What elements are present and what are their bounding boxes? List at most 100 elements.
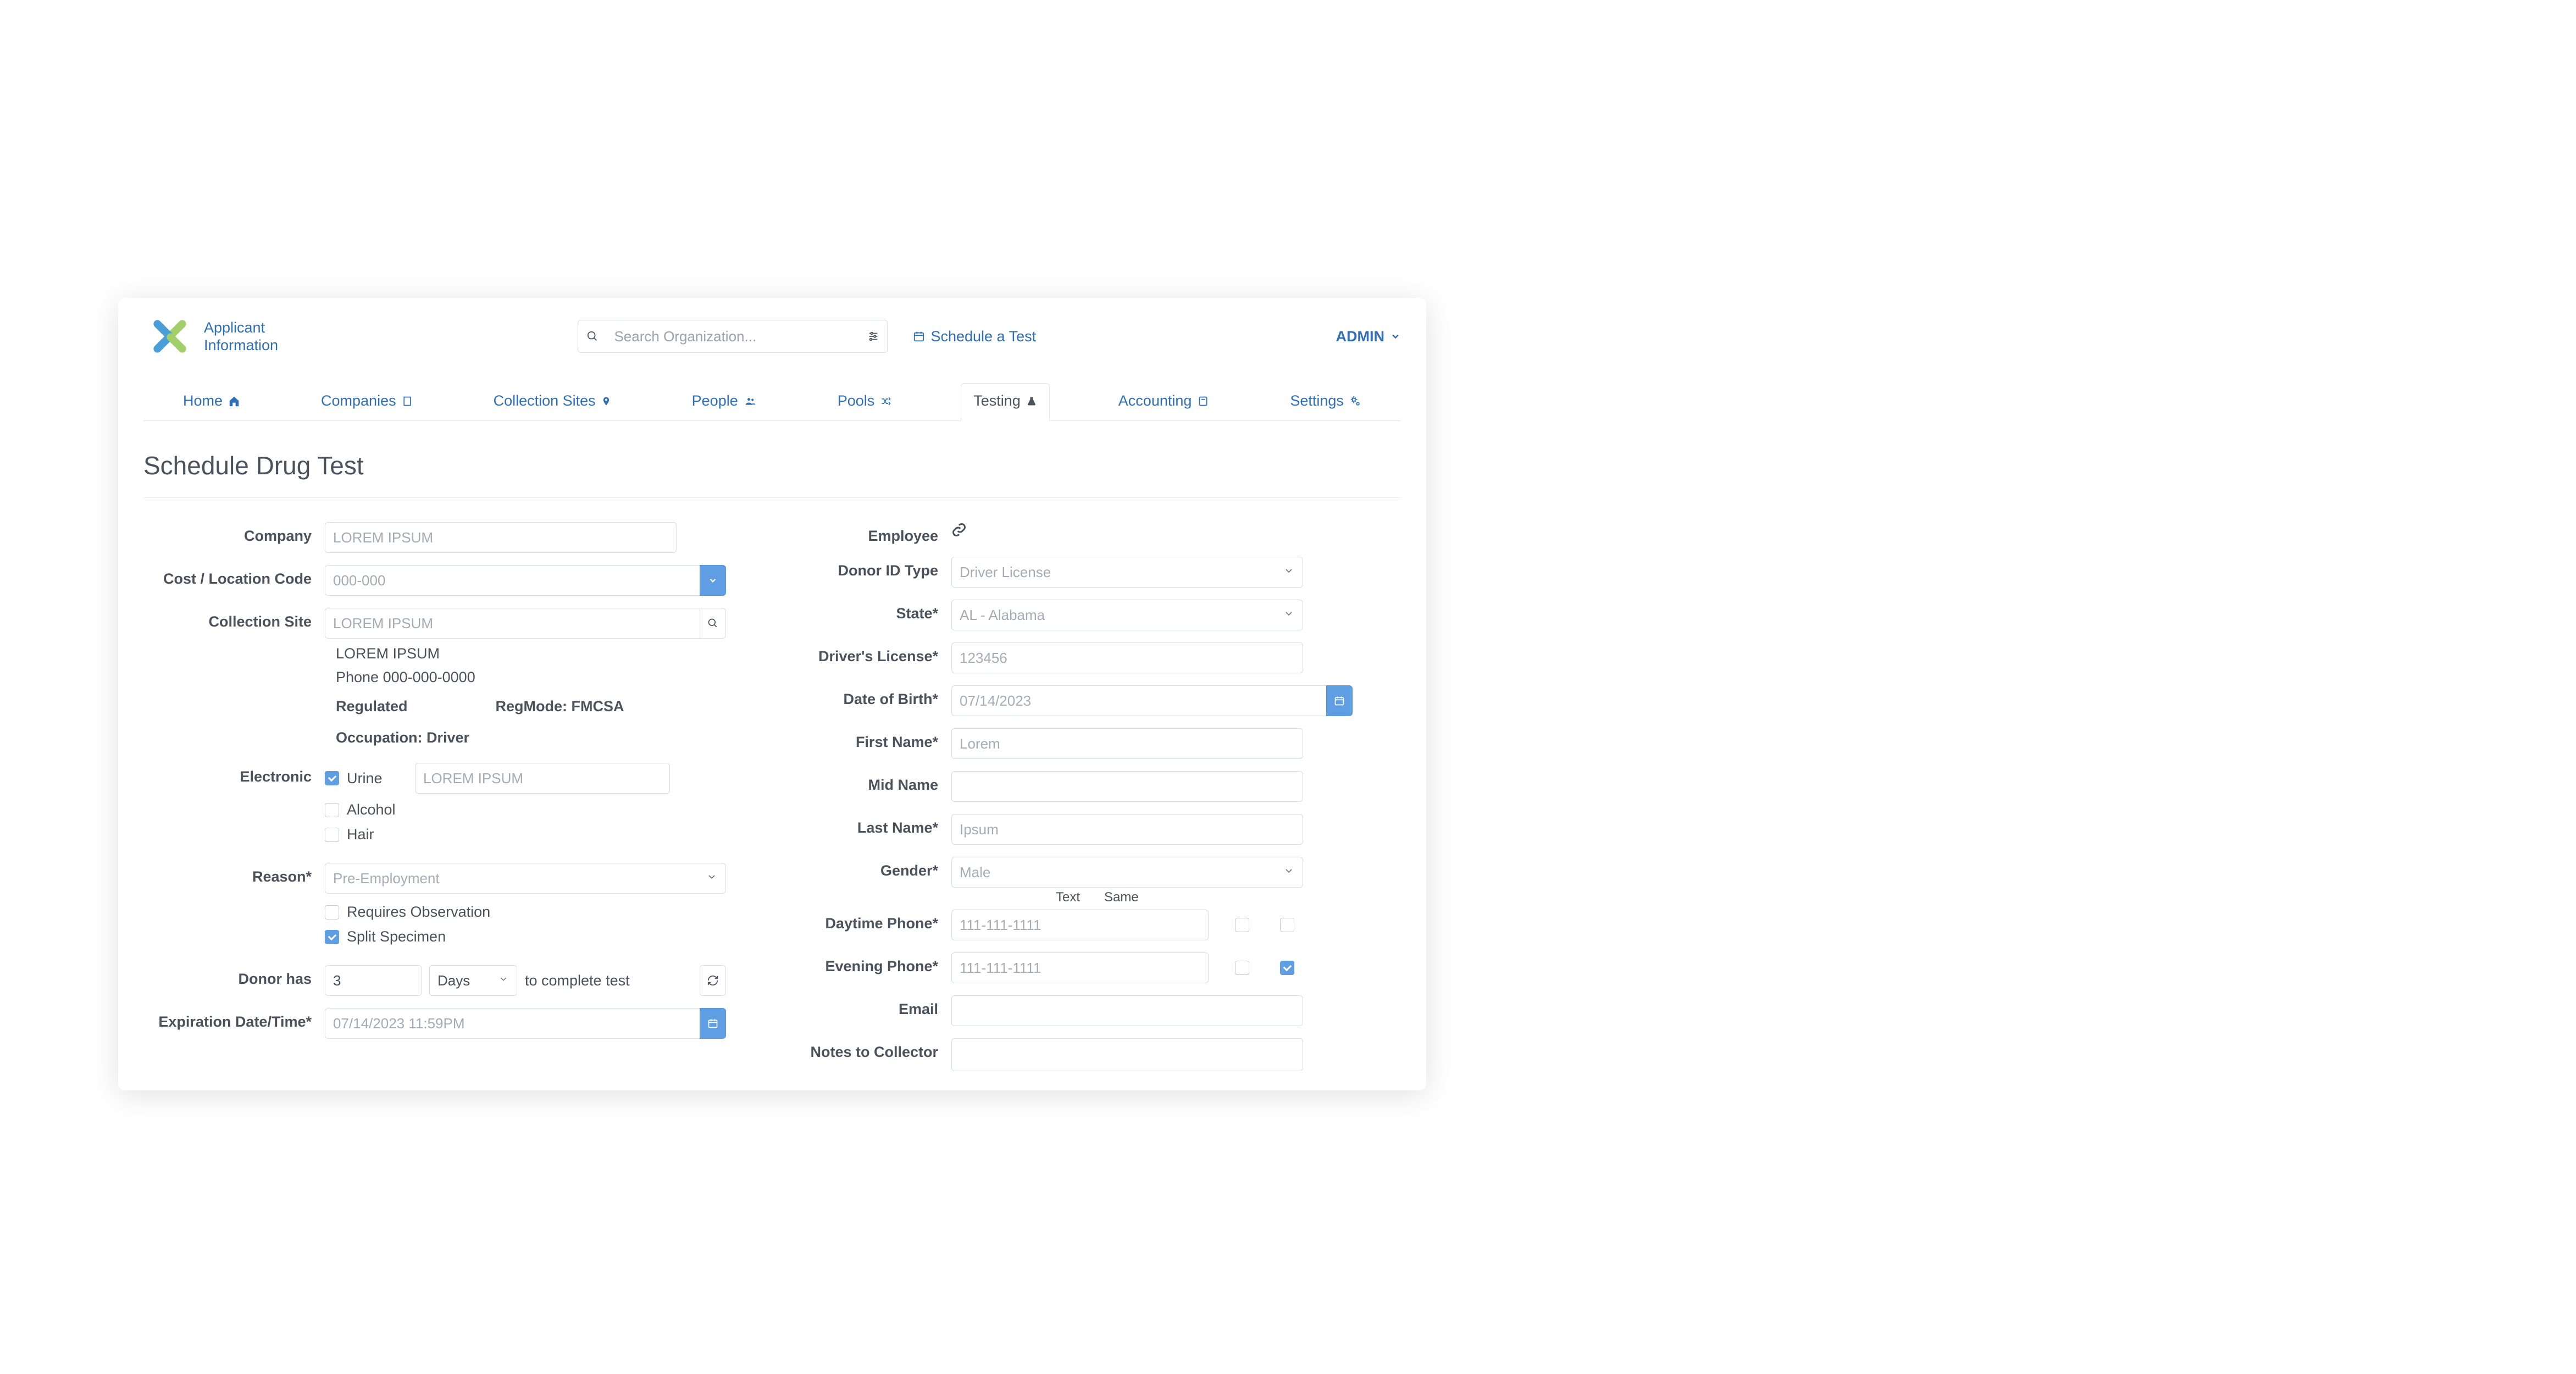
brand: Applicant Information xyxy=(143,310,278,363)
link-icon xyxy=(951,522,967,538)
checkbox-observation-label: Requires Observation xyxy=(347,904,490,921)
mid-name-input[interactable] xyxy=(951,771,1303,802)
checkbox-evening-text[interactable] xyxy=(1235,961,1249,975)
label-cost-location: Cost / Location Code xyxy=(143,565,325,588)
tab-testing[interactable]: Testing xyxy=(961,383,1050,421)
site-phone-line: Phone 000-000-0000 xyxy=(325,669,726,686)
company-input[interactable] xyxy=(325,522,677,553)
schedule-link-label: Schedule a Test xyxy=(930,328,1036,345)
checkbox-alcohol-label: Alcohol xyxy=(347,801,396,818)
donor-refresh-button[interactable] xyxy=(700,965,726,996)
tab-collection-sites[interactable]: Collection Sites xyxy=(481,384,623,420)
search-icon xyxy=(707,618,718,629)
regulated-label: Regulated xyxy=(336,698,408,715)
drivers-license-input[interactable] xyxy=(951,642,1303,673)
collection-site-input[interactable] xyxy=(325,608,700,639)
label-company: Company xyxy=(143,522,325,545)
checkbox-urine-label: Urine xyxy=(347,770,407,787)
label-evening-phone: Evening Phone* xyxy=(748,952,951,975)
last-name-input[interactable] xyxy=(951,814,1303,845)
search-input[interactable] xyxy=(606,320,859,353)
tab-label: Collection Sites xyxy=(494,392,596,409)
schedule-test-link[interactable]: Schedule a Test xyxy=(913,328,1036,345)
tab-settings[interactable]: Settings xyxy=(1278,384,1373,420)
brand-text: Applicant Information xyxy=(204,319,278,354)
daytime-phone-input[interactable] xyxy=(951,910,1209,940)
refresh-icon xyxy=(707,974,719,987)
label-first-name: First Name* xyxy=(748,728,951,751)
admin-menu[interactable]: ADMIN xyxy=(1336,328,1401,345)
checkbox-daytime-same[interactable] xyxy=(1280,918,1294,932)
donor-suffix-text: to complete test xyxy=(525,972,630,989)
checkbox-alcohol[interactable] xyxy=(325,803,339,817)
donor-id-type-select[interactable] xyxy=(951,557,1303,588)
expiration-input[interactable] xyxy=(325,1008,700,1039)
first-name-input[interactable] xyxy=(951,728,1303,759)
tab-home[interactable]: Home xyxy=(171,384,252,420)
label-email: Email xyxy=(748,995,951,1018)
cost-location-input[interactable] xyxy=(325,565,700,596)
tab-accounting[interactable]: Accounting xyxy=(1106,384,1222,420)
gears-icon xyxy=(1349,395,1361,407)
checkbox-split-specimen[interactable] xyxy=(325,930,339,944)
label-drivers-license: Driver's License* xyxy=(748,642,951,665)
email-input[interactable] xyxy=(951,995,1303,1026)
app-header: Applicant Information xyxy=(143,298,1401,369)
users-icon xyxy=(744,396,757,407)
brand-line2: Information xyxy=(204,336,278,354)
brand-line1: Applicant xyxy=(204,319,278,336)
tab-companies[interactable]: Companies xyxy=(309,384,425,420)
donor-quantity-input[interactable] xyxy=(325,965,422,996)
label-expiration: Expiration Date/Time* xyxy=(143,1008,325,1030)
checkbox-observation[interactable] xyxy=(325,905,339,919)
label-employee: Employee xyxy=(748,522,951,545)
calculator-icon xyxy=(1197,396,1209,407)
expiration-calendar-button[interactable] xyxy=(700,1008,726,1039)
label-notes-to-collector: Notes to Collector xyxy=(748,1038,951,1061)
nav-tabs: Home Companies Collection Sites People P… xyxy=(143,369,1401,421)
tab-label: Testing xyxy=(973,392,1021,409)
search-icon[interactable] xyxy=(578,320,606,353)
sliders-icon[interactable] xyxy=(859,320,888,353)
notes-to-collector-input[interactable] xyxy=(951,1038,1303,1071)
dob-input[interactable] xyxy=(951,685,1326,716)
label-gender: Gender* xyxy=(748,857,951,879)
collection-site-search-button[interactable] xyxy=(700,608,726,639)
tab-label: Settings xyxy=(1290,392,1344,409)
label-last-name: Last Name* xyxy=(748,814,951,836)
form-left-column: Company Cost / Location Code Co xyxy=(143,522,726,1083)
gender-select[interactable] xyxy=(951,857,1303,888)
tab-label: Companies xyxy=(321,392,396,409)
dob-calendar-button[interactable] xyxy=(1326,685,1353,716)
checkbox-daytime-text[interactable] xyxy=(1235,918,1249,932)
header-center: Schedule a Test xyxy=(578,320,1036,353)
regmode-label: RegMode: FMCSA xyxy=(496,698,624,715)
tab-label: Pools xyxy=(838,392,875,409)
donor-unit-select[interactable] xyxy=(429,965,517,996)
calendar-icon xyxy=(707,1018,718,1029)
urine-extra-input[interactable] xyxy=(415,763,670,794)
checkbox-evening-same[interactable] xyxy=(1280,961,1294,975)
reason-select[interactable] xyxy=(325,863,726,894)
chevron-down-icon xyxy=(1390,331,1401,342)
checkbox-hair[interactable] xyxy=(325,828,339,842)
label-daytime-phone: Daytime Phone* xyxy=(748,910,951,932)
checkbox-hair-label: Hair xyxy=(347,826,374,843)
form-right-column: Employee Donor ID Type State* xyxy=(748,522,1353,1083)
label-donor-id-type: Donor ID Type xyxy=(748,557,951,579)
evening-phone-input[interactable] xyxy=(951,952,1209,983)
search-group xyxy=(578,320,888,353)
phone-header-text: Text xyxy=(1056,890,1080,905)
checkbox-urine[interactable] xyxy=(325,771,339,785)
tab-label: Accounting xyxy=(1118,392,1192,409)
employee-link-button[interactable] xyxy=(951,522,967,541)
cost-dropdown-button[interactable] xyxy=(700,565,726,596)
label-collection-site: Collection Site xyxy=(143,608,325,630)
tab-pools[interactable]: Pools xyxy=(826,384,905,420)
flask-icon xyxy=(1026,395,1037,407)
label-donor-has: Donor has xyxy=(143,965,325,988)
state-select[interactable] xyxy=(951,600,1303,630)
tab-people[interactable]: People xyxy=(680,384,769,420)
calendar-icon xyxy=(913,330,925,342)
chevron-down-icon xyxy=(708,575,718,585)
